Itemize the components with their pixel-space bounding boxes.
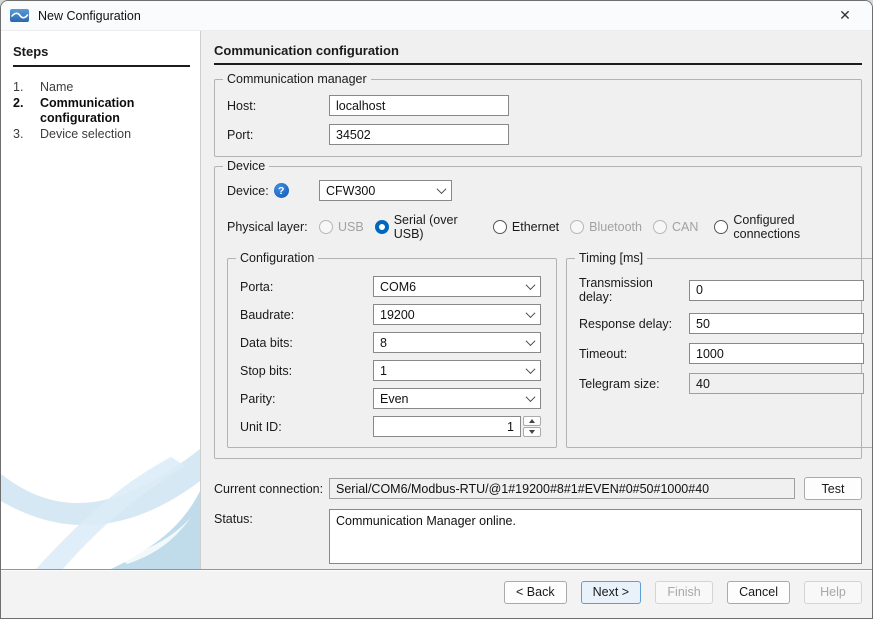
main-panel: Communication configuration Communicatio… xyxy=(201,31,872,569)
timing-legend: Timing [ms] xyxy=(575,251,647,265)
response-delay-input[interactable] xyxy=(689,313,864,334)
chevron-down-icon xyxy=(437,184,447,194)
status-label: Status: xyxy=(214,509,329,526)
telegram-size-row: Telegram size: xyxy=(579,373,864,394)
step-item-device-selection: 3. Device selection xyxy=(13,127,190,143)
radio-bluetooth: Bluetooth xyxy=(570,220,642,234)
radio-bluetooth-icon xyxy=(570,220,584,234)
port-label: Port: xyxy=(227,128,329,142)
spinner-down-icon[interactable] xyxy=(523,427,541,437)
radio-configured-connections[interactable]: Configured connections xyxy=(714,213,853,241)
communication-manager-group: Communication manager Host: Port: xyxy=(214,79,862,157)
radio-ethernet-icon xyxy=(493,220,507,234)
parity-row: Parity: Even xyxy=(240,388,544,409)
unit-id-row: Unit ID: xyxy=(240,416,544,437)
unit-id-input[interactable] xyxy=(373,416,521,437)
stop-bits-select[interactable]: 1 xyxy=(373,360,541,381)
close-icon[interactable]: ✕ xyxy=(832,4,858,28)
current-connection-field xyxy=(329,478,795,499)
radio-configured-connections-icon xyxy=(714,220,728,234)
radio-can: CAN xyxy=(653,220,698,234)
status-textarea: Communication Manager online. xyxy=(329,509,862,564)
parity-select[interactable]: Even xyxy=(373,388,541,409)
telegram-size-field xyxy=(689,373,864,394)
radio-serial-selected-icon xyxy=(375,220,389,234)
chevron-down-icon xyxy=(526,280,536,290)
radio-usb-icon xyxy=(319,220,333,234)
device-legend: Device xyxy=(223,159,269,173)
configuration-group: Configuration Porta: COM6 Baudrate: 192 xyxy=(227,258,557,448)
chevron-down-icon xyxy=(526,336,536,346)
port-row: Port: xyxy=(227,124,849,145)
host-input[interactable] xyxy=(329,95,509,116)
radio-serial-over-usb[interactable]: Serial (over USB) xyxy=(375,213,482,241)
next-button[interactable]: Next > xyxy=(581,581,641,604)
port-input[interactable] xyxy=(329,124,509,145)
current-connection-label: Current connection: xyxy=(214,482,329,496)
device-row: Device: ? CFW300 xyxy=(227,180,853,201)
timeout-input[interactable] xyxy=(689,343,864,364)
title-bar: New Configuration ✕ xyxy=(1,1,872,31)
new-configuration-dialog: New Configuration ✕ Steps 1. Name 2. Com… xyxy=(0,0,873,619)
baudrate-row: Baudrate: 19200 xyxy=(240,304,544,325)
test-button[interactable]: Test xyxy=(804,477,862,500)
timeout-row: Timeout: xyxy=(579,343,864,364)
radio-usb: USB xyxy=(319,220,364,234)
status-row: Status: Communication Manager online. xyxy=(214,509,862,564)
step-item-communication-configuration: 2. Communication configuration xyxy=(13,96,190,127)
device-select[interactable]: CFW300 xyxy=(319,180,452,201)
device-select-value: CFW300 xyxy=(326,184,375,198)
current-connection-row: Current connection: Test xyxy=(214,477,862,500)
stop-bits-row: Stop bits: 1 xyxy=(240,360,544,381)
spinner-up-icon[interactable] xyxy=(523,416,541,426)
unit-id-stepper xyxy=(373,416,541,437)
steps-heading: Steps xyxy=(13,44,190,67)
radio-ethernet[interactable]: Ethernet xyxy=(493,220,559,234)
help-icon[interactable]: ? xyxy=(274,183,289,198)
radio-can-icon xyxy=(653,220,667,234)
step-item-name: 1. Name xyxy=(13,80,190,96)
porta-select[interactable]: COM6 xyxy=(373,276,541,297)
baudrate-select[interactable]: 19200 xyxy=(373,304,541,325)
wizard-button-bar: < Back Next > Finish Cancel Help xyxy=(1,569,872,618)
window-title: New Configuration xyxy=(38,9,141,23)
host-row: Host: xyxy=(227,95,849,116)
physical-layer-label: Physical layer: xyxy=(227,220,319,234)
communication-manager-legend: Communication manager xyxy=(223,72,371,86)
back-button[interactable]: < Back xyxy=(504,581,567,604)
steps-list: 1. Name 2. Communication configuration 3… xyxy=(13,80,190,142)
host-label: Host: xyxy=(227,99,329,113)
finish-button: Finish xyxy=(655,581,713,604)
timing-group: Timing [ms] Transmission delay: Response… xyxy=(566,258,872,448)
transmission-delay-input[interactable] xyxy=(689,280,864,301)
data-bits-row: Data bits: 8 xyxy=(240,332,544,353)
steps-sidebar: Steps 1. Name 2. Communication configura… xyxy=(1,31,201,569)
device-group: Device Device: ? CFW300 Physical layer: xyxy=(214,166,862,459)
physical-layer-row: Physical layer: USB Serial (over USB) Et… xyxy=(227,213,853,241)
watermark-graphic xyxy=(1,419,200,569)
chevron-down-icon xyxy=(526,364,536,374)
porta-row: Porta: COM6 xyxy=(240,276,544,297)
app-icon xyxy=(10,9,29,22)
data-bits-select[interactable]: 8 xyxy=(373,332,541,353)
help-button: Help xyxy=(804,581,862,604)
chevron-down-icon xyxy=(526,308,536,318)
transmission-delay-row: Transmission delay: xyxy=(579,276,864,304)
page-title: Communication configuration xyxy=(214,43,862,65)
response-delay-row: Response delay: xyxy=(579,313,864,334)
chevron-down-icon xyxy=(526,392,536,402)
cancel-button[interactable]: Cancel xyxy=(727,581,790,604)
configuration-legend: Configuration xyxy=(236,251,318,265)
device-label: Device: xyxy=(227,184,269,198)
